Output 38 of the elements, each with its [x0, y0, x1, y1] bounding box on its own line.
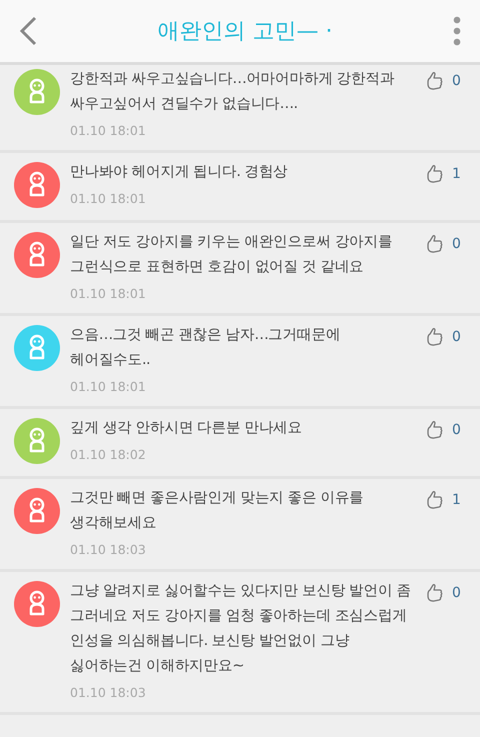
- thumbs-up-icon[interactable]: [426, 71, 444, 91]
- comment-time: 01.10 18:01: [70, 191, 147, 206]
- comment-text: 일단 저도 강아지를 키우는 애완인으로써 강아지를 그런식으로 표현하면 호감이 없어질 것 같네요: [70, 233, 394, 277]
- thumbs-up-icon[interactable]: [426, 327, 444, 347]
- like-count: 0: [452, 422, 461, 438]
- comment-text: 으음…그것 빼곤 괜찮은 남자…그거때문에 헤어질수도..: [70, 326, 342, 370]
- avatar-icon: [14, 418, 60, 464]
- like-count: 0: [452, 236, 461, 252]
- like-count: 0: [452, 73, 461, 89]
- comment-text: 그냥 알려지로 싫어할수는 있다지만 보신탕 발언이 좀 그러네요 저도 강아지를 엄청 좋아하는데 조심스럽게 인성을 의심해봅니다. 보신탕 발언없이 그냥 싫어하는건 이해하지만요~: [70, 582, 412, 676]
- avatar-icon: [14, 581, 60, 627]
- more-icon: [452, 16, 462, 46]
- comment-time: 01.10 18:01: [70, 286, 147, 301]
- avatar-icon: [14, 232, 60, 278]
- comment-text: 깊게 생각 안하시면 다른분 만나세요: [70, 419, 304, 438]
- like-count: 1: [452, 166, 461, 182]
- avatar-icon: [14, 325, 60, 371]
- comment-time: 01.10 18:03: [70, 685, 147, 700]
- back-icon: [18, 16, 38, 46]
- avatar-icon: [14, 69, 60, 115]
- comment-time: 01.10 18:03: [70, 542, 147, 557]
- comment-text: 그것만 빼면 좋은사람인게 맞는지 좋은 이유를 생각해보세요: [70, 489, 365, 533]
- comment-time: 01.10 18:01: [70, 123, 147, 138]
- comment-text: 강한적과 싸우고싶습니다…어마어마하게 강한적과 싸우고싶어서 견딜수가 없습니다….: [70, 70, 396, 114]
- comment-text: 만나봐야 헤어지게 됩니다. 경험상: [70, 163, 289, 182]
- thumbs-up-icon[interactable]: [426, 420, 444, 440]
- comment-time: 01.10 18:02: [70, 447, 147, 462]
- like-count: 0: [452, 329, 461, 345]
- page-title: 애완인의 고민— ·: [158, 18, 332, 46]
- thumbs-up-icon[interactable]: [426, 234, 444, 254]
- avatar-icon: [14, 162, 60, 208]
- like-count: 1: [452, 492, 461, 508]
- thumbs-up-icon[interactable]: [426, 490, 444, 510]
- thumbs-up-icon[interactable]: [426, 164, 444, 184]
- avatar-icon: [14, 488, 60, 534]
- like-count: 0: [452, 585, 461, 601]
- comment-time: 01.10 18:01: [70, 379, 147, 394]
- thumbs-up-icon[interactable]: [426, 583, 444, 603]
